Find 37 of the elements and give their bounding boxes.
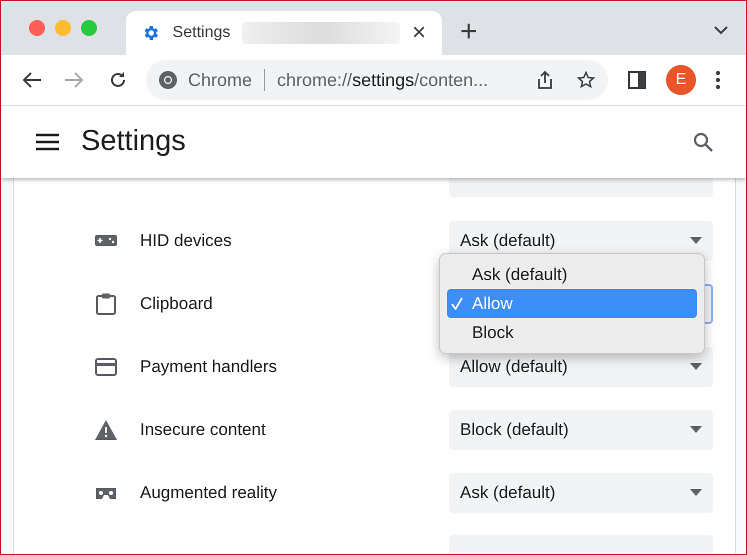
permission-select[interactable]: Block (default) xyxy=(449,410,713,450)
chrome-logo-icon xyxy=(158,70,178,90)
setting-label: Clipboard xyxy=(140,292,213,315)
menu-icon[interactable] xyxy=(36,133,59,151)
setting-label: Augmented reality xyxy=(140,482,278,504)
caret-icon xyxy=(690,426,702,433)
page-title: Settings xyxy=(81,124,186,160)
credit-card-icon xyxy=(95,356,117,378)
site-label: Chrome xyxy=(188,68,252,92)
permission-select[interactable]: Ask (default) xyxy=(449,472,713,512)
caret-icon xyxy=(690,237,702,244)
chevron-down-icon[interactable] xyxy=(714,26,728,35)
address-bar[interactable]: Chrome chrome://settings/conten... xyxy=(146,60,608,100)
menu-option[interactable]: Block xyxy=(447,318,697,347)
gear-icon xyxy=(142,23,161,43)
star-icon[interactable] xyxy=(576,70,596,90)
caret-icon xyxy=(690,363,702,370)
back-arrow-icon[interactable] xyxy=(22,71,42,89)
tab-title: Settings xyxy=(172,23,230,43)
clipboard-icon xyxy=(95,292,117,314)
search-icon[interactable] xyxy=(693,132,713,152)
warning-icon xyxy=(95,418,117,440)
url-text: chrome://settings/conten... xyxy=(277,68,488,92)
setting-label: Payment handlers xyxy=(140,356,278,378)
setting-label: Insecure content xyxy=(140,418,266,441)
new-tab-button[interactable]: + xyxy=(460,17,478,47)
menu-option[interactable]: Ask (default) xyxy=(447,260,697,289)
profile-avatar[interactable]: E xyxy=(666,65,696,95)
reload-icon[interactable] xyxy=(108,70,128,90)
checkmark-icon xyxy=(451,297,463,310)
side-panel-icon[interactable] xyxy=(628,71,646,89)
caret-icon xyxy=(690,489,702,496)
tab-close-button[interactable]: × xyxy=(412,21,426,45)
setting-label: HID devices xyxy=(140,230,232,252)
more-menu-icon[interactable] xyxy=(716,71,720,89)
share-icon[interactable] xyxy=(536,70,554,90)
browser-tab[interactable]: Settings × xyxy=(126,11,442,55)
